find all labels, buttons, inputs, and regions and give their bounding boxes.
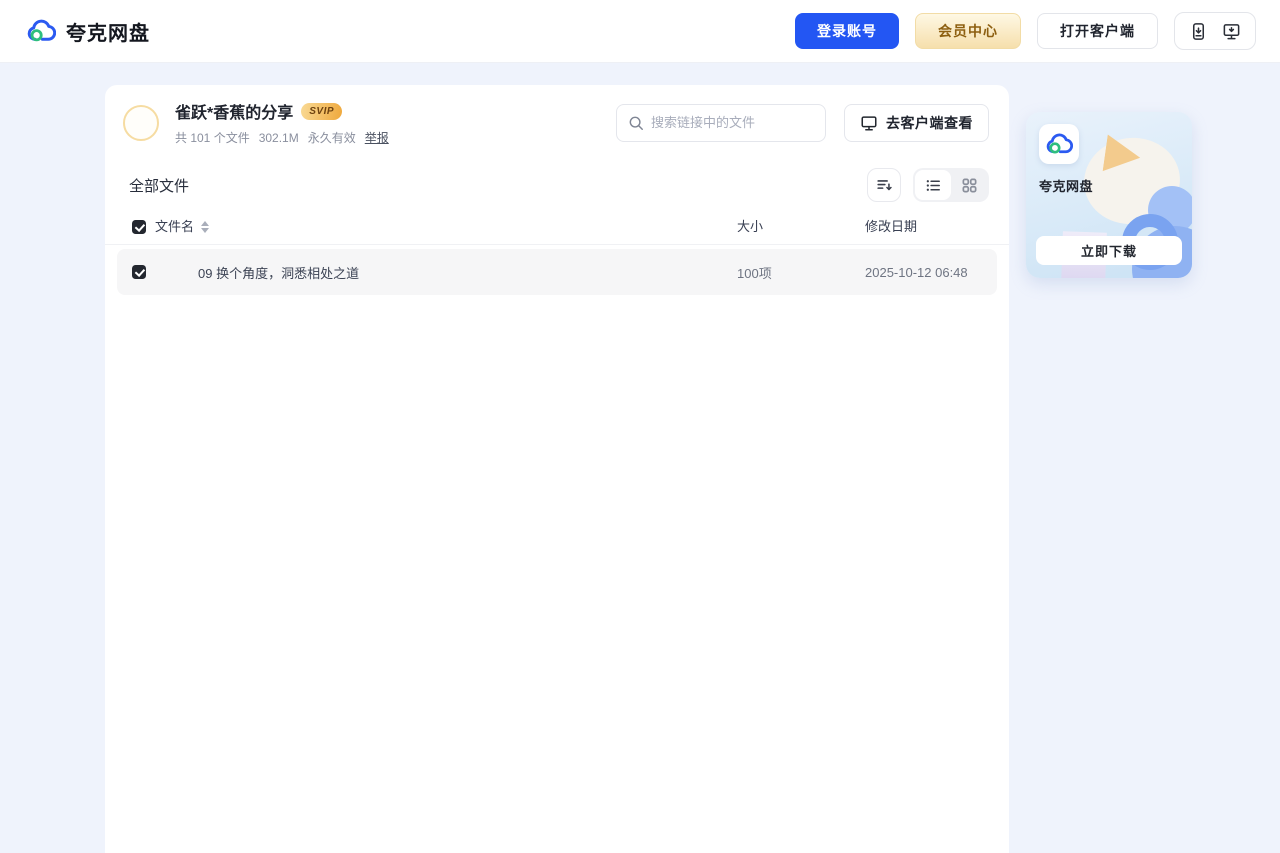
share-info: 雀跃*香蕉的分享 SVIP 共 101 个文件 302.1M 永久有效 举报 (175, 99, 389, 146)
login-button[interactable]: 登录账号 (795, 13, 899, 49)
member-center-button[interactable]: 会员中心 (915, 13, 1021, 49)
sort-carets-icon (201, 221, 210, 233)
top-header: 夸克网盘 登录账号 会员中心 打开客户端 (0, 0, 1280, 63)
quark-logo-icon (26, 18, 56, 45)
view-in-client-button[interactable]: 去客户端查看 (844, 103, 989, 142)
share-header: 雀跃*香蕉的分享 SVIP 共 101 个文件 302.1M 永久有效 举报 搜… (105, 85, 1009, 156)
share-title: 雀跃*香蕉的分享 (175, 105, 294, 122)
phone-download-icon[interactable] (1189, 22, 1208, 41)
file-section-bar: 全部文件 (105, 156, 1009, 210)
avatar (123, 104, 159, 141)
row-checkbox[interactable] (132, 265, 146, 279)
share-validity: 永久有效 (307, 131, 356, 145)
share-total-size: 302.1M (258, 130, 299, 145)
list-view-icon (925, 177, 942, 194)
quark-app-icon (1039, 124, 1079, 164)
open-client-button[interactable]: 打开客户端 (1037, 13, 1158, 49)
download-apps-button-group[interactable] (1174, 12, 1256, 50)
column-header-modified: 修改日期 (865, 219, 918, 234)
section-title: 全部文件 (129, 177, 190, 195)
topbar-actions: 登录账号 会员中心 打开客户端 (795, 12, 1256, 50)
app-download-card[interactable]: 夸克网盘 立即下载 (1026, 112, 1192, 278)
file-table-header: 文件名 大小 修改日期 (105, 210, 1009, 245)
search-box[interactable] (616, 103, 826, 142)
brand: 夸克网盘 (26, 17, 150, 46)
monitor-icon (860, 114, 878, 132)
grid-view-button[interactable] (951, 170, 987, 200)
column-header-size: 大小 (737, 219, 764, 234)
view-controls (867, 168, 989, 202)
file-icon-placeholder (158, 254, 194, 290)
file-size: 100项 (737, 265, 772, 281)
search-input[interactable] (651, 115, 814, 130)
select-all-checkbox[interactable] (132, 220, 146, 234)
download-now-button[interactable]: 立即下载 (1036, 236, 1182, 265)
svip-badge: SVIP (301, 102, 343, 120)
view-in-client-label: 去客户端查看 (886, 114, 973, 131)
list-view-button[interactable] (915, 170, 951, 200)
file-modified-date: 2025-10-12 06:48 (865, 264, 968, 280)
file-row[interactable]: 09 换个角度，洞悉相处之道 100项 2025-10-12 06:48 (117, 249, 997, 295)
sort-icon (875, 176, 893, 194)
share-actions: 去客户端查看 (616, 103, 989, 142)
promo-app-name: 夸克网盘 (1039, 179, 1094, 194)
share-meta: 共 101 个文件 302.1M 永久有效 举报 (175, 129, 389, 146)
grid-view-icon (961, 177, 978, 194)
page-content: 雀跃*香蕉的分享 SVIP 共 101 个文件 302.1M 永久有效 举报 搜… (0, 63, 1280, 853)
sort-order-button[interactable] (867, 168, 901, 202)
column-header-name[interactable]: 文件名 (155, 218, 737, 236)
search-icon (628, 115, 644, 131)
view-mode-toggle (913, 168, 989, 202)
share-file-panel: 雀跃*香蕉的分享 SVIP 共 101 个文件 302.1M 永久有效 举报 搜… (105, 85, 1009, 853)
file-name[interactable]: 09 换个角度，洞悉相处之道 (198, 263, 737, 282)
desktop-download-icon[interactable] (1222, 22, 1241, 41)
share-file-count: 共 101 个文件 (175, 131, 250, 145)
report-link[interactable]: 举报 (365, 129, 389, 146)
brand-name: 夸克网盘 (66, 22, 150, 45)
